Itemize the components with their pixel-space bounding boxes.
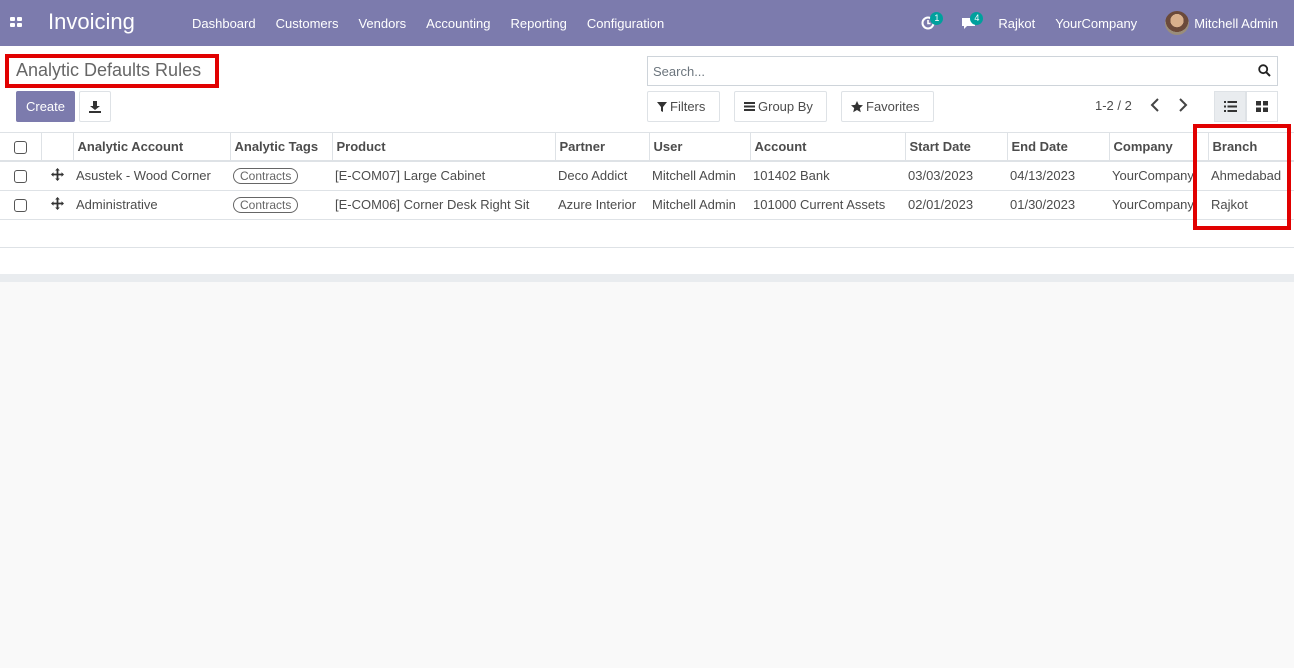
activity-count-badge: 1 — [930, 12, 944, 25]
empty-row — [0, 219, 1294, 247]
filter-icon — [657, 101, 667, 112]
control-panel: Analytic Defaults Rules Create Filters G… — [0, 46, 1294, 133]
tag-badge: Contracts — [233, 167, 299, 184]
tag-badge: Contracts — [233, 196, 299, 213]
top-navbar: Invoicing Dashboard Customers Vendors Ac… — [0, 0, 1294, 46]
select-all-checkbox[interactable] — [13, 141, 27, 155]
favorites-button[interactable]: Favorites — [841, 91, 934, 122]
main-menu: Dashboard Customers Vendors Accounting R… — [182, 0, 674, 46]
list-view: Analytic Account Analytic Tags Product P… — [0, 133, 1294, 282]
groupby-button[interactable]: Group By — [734, 91, 827, 122]
favorites-label: Favorites — [866, 99, 920, 114]
download-icon — [89, 100, 101, 113]
cell-account: 101402 Bank — [753, 168, 830, 184]
column-end-date[interactable]: End Date — [1006, 133, 1109, 161]
list-view-button[interactable] — [1214, 91, 1246, 122]
avatar — [1165, 11, 1190, 35]
star-icon — [851, 100, 863, 112]
company-switcher[interactable]: YourCompany — [1045, 16, 1147, 31]
list-view-icon — [1223, 101, 1237, 112]
filters-label: Filters — [670, 99, 706, 114]
column-partner[interactable]: Partner — [554, 133, 649, 161]
column-start-date[interactable]: Start Date — [904, 133, 1007, 161]
menu-dashboard[interactable]: Dashboard — [182, 16, 266, 31]
row-checkbox[interactable] — [14, 170, 27, 184]
search-bar — [647, 56, 1278, 86]
row-select-cell — [0, 161, 41, 190]
empty-cell — [0, 247, 1294, 275]
drag-handle[interactable] — [41, 161, 73, 190]
cell-analytic-account: Administrative — [76, 197, 158, 212]
search-input[interactable] — [648, 57, 1248, 85]
cell-analytic-tags: Contracts — [230, 190, 332, 219]
drag-handle-icon — [50, 167, 64, 181]
pager-value[interactable]: 1-2 / 2 — [1095, 98, 1132, 113]
cell-partner: Azure Interior — [558, 197, 637, 212]
user-menu[interactable]: Mitchell Admin — [1147, 11, 1294, 35]
empty-row — [0, 247, 1294, 275]
column-user[interactable]: User — [648, 133, 750, 161]
column-product[interactable]: Product — [331, 133, 555, 161]
title-highlight-box — [5, 54, 219, 88]
drag-handle-icon — [50, 196, 64, 210]
cell-product: [E-COM07] Large Cabinet — [335, 168, 486, 184]
messages-count-badge: 4 — [970, 12, 984, 25]
cell-account: 101000 Current Assets — [753, 197, 886, 212]
cell-user: Mitchell Admin — [652, 197, 736, 212]
cell-end-date: 04/13/2023 — [1010, 168, 1076, 184]
apps-menu-icon[interactable] — [10, 17, 22, 27]
branch-highlight-box — [1193, 124, 1291, 230]
app-name[interactable]: Invoicing — [48, 9, 135, 35]
menu-reporting[interactable]: Reporting — [501, 16, 577, 31]
menu-configuration[interactable]: Configuration — [577, 16, 674, 31]
kanban-view-button[interactable] — [1246, 91, 1278, 122]
rules-table: Analytic Account Analytic Tags Product P… — [0, 133, 1294, 276]
row-select-cell — [0, 190, 41, 219]
table-row[interactable]: Asustek - Wood Corner Contracts [E-COM07… — [0, 161, 1294, 190]
select-all-cell — [0, 133, 41, 161]
download-button[interactable] — [79, 91, 111, 122]
kanban-view-icon — [1256, 101, 1268, 112]
user-name: Mitchell Admin — [1194, 15, 1278, 31]
search-icon[interactable] — [1258, 64, 1271, 77]
table-row[interactable]: Administrative Contracts [E-COM06] Corne… — [0, 190, 1294, 219]
messages-button[interactable]: 4 — [956, 0, 984, 46]
cell-user: Mitchell Admin — [652, 168, 736, 184]
cell-analytic-account: Asustek - Wood Corner — [76, 168, 211, 184]
column-account[interactable]: Account — [749, 133, 905, 161]
cell-product: [E-COM06] Corner Desk Right Sit — [335, 197, 530, 212]
handle-header — [40, 133, 73, 161]
list-bars-icon — [744, 102, 755, 111]
table-header: Analytic Account Analytic Tags Product P… — [0, 133, 1294, 161]
menu-accounting[interactable]: Accounting — [416, 16, 500, 31]
filters-button[interactable]: Filters — [647, 91, 720, 122]
chevron-right-icon[interactable] — [1178, 98, 1188, 112]
column-analytic-tags[interactable]: Analytic Tags — [229, 133, 332, 161]
cell-analytic-tags: Contracts — [230, 161, 332, 190]
drag-handle[interactable] — [41, 190, 73, 219]
cell-start-date: 03/03/2023 — [908, 168, 974, 184]
row-checkbox[interactable] — [14, 199, 27, 213]
create-button[interactable]: Create — [16, 91, 75, 122]
activity-button[interactable]: 1 — [916, 0, 944, 46]
systray: 1 4 Rajkot YourCompany Mitchell Admin — [908, 0, 1294, 46]
cell-partner: Deco Addict — [558, 168, 628, 184]
cell-end-date: 01/30/2023 — [1010, 197, 1076, 212]
cell-start-date: 02/01/2023 — [908, 197, 974, 212]
chevron-left-icon[interactable] — [1150, 98, 1160, 112]
groupby-label: Group By — [758, 99, 813, 114]
column-analytic-account[interactable]: Analytic Account — [72, 133, 230, 161]
table-footer — [0, 274, 1294, 282]
menu-vendors[interactable]: Vendors — [348, 16, 416, 31]
branch-switcher[interactable]: Rajkot — [988, 16, 1045, 31]
empty-cell — [0, 219, 1294, 247]
menu-customers[interactable]: Customers — [266, 16, 349, 31]
